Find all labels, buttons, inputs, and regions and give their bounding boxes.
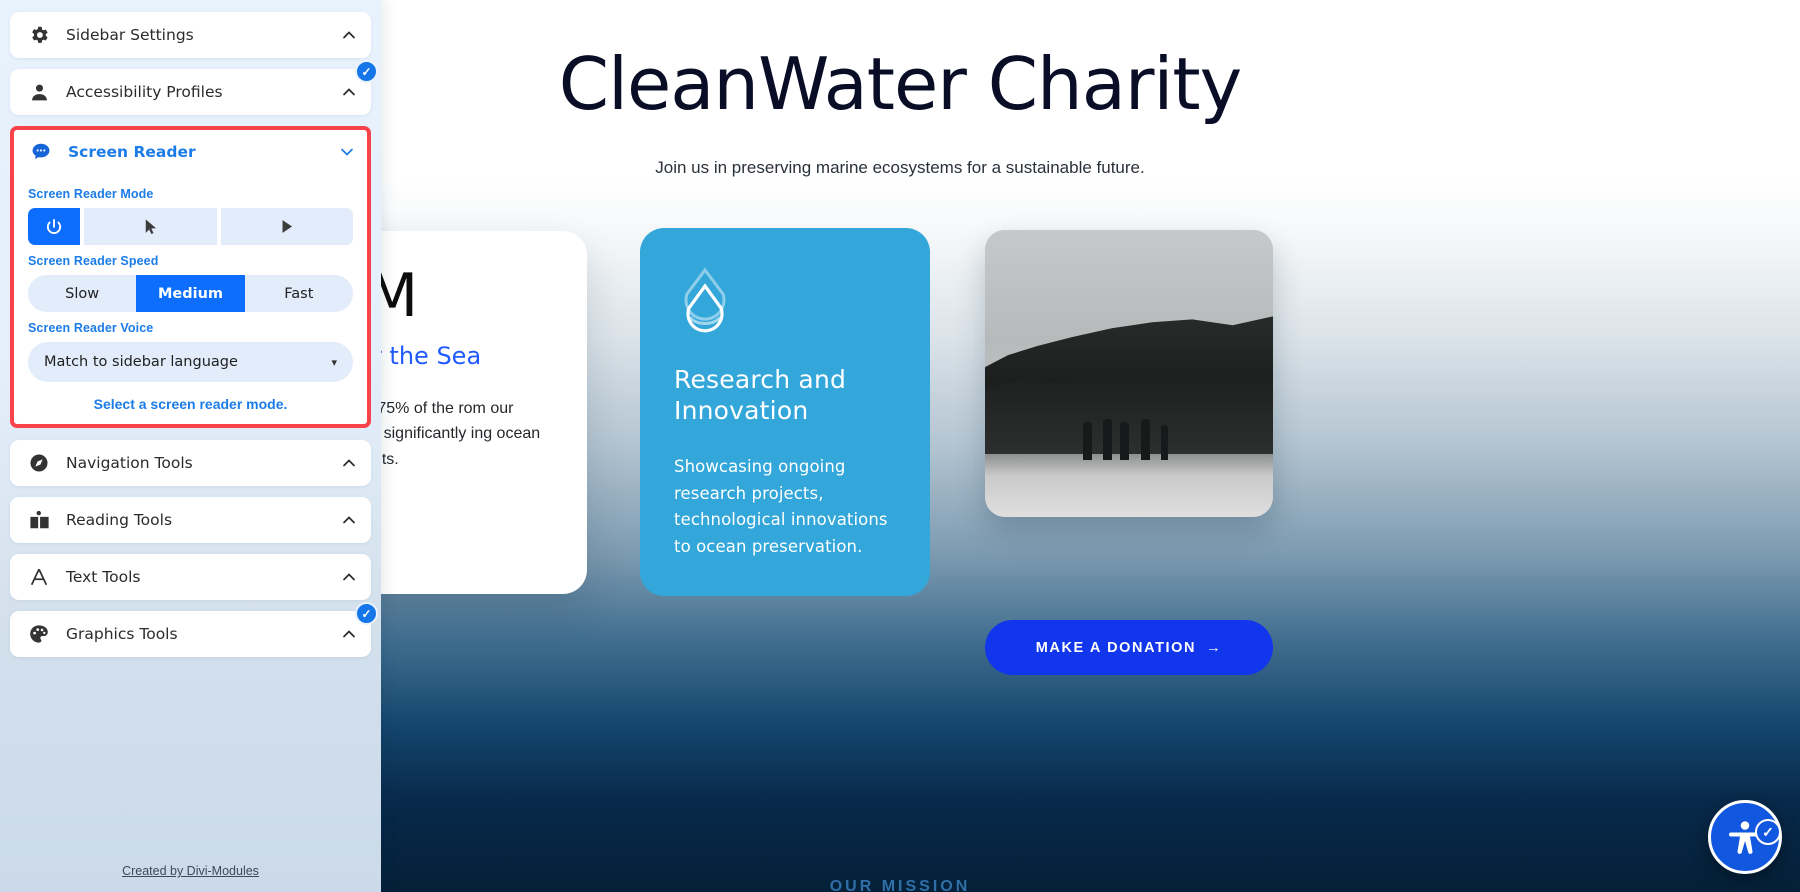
gear-icon bbox=[26, 22, 52, 48]
sidebar-item-reading-tools[interactable]: Reading Tools bbox=[10, 497, 371, 543]
sidebar-item-accessibility-profiles[interactable]: ✓ Accessibility Profiles bbox=[10, 60, 378, 115]
screen-reader-panel: Screen Reader Screen Reader Mode Screen … bbox=[14, 130, 367, 424]
screen-reader-title: Screen Reader bbox=[68, 143, 196, 161]
sidebar-scroll-area[interactable]: Sidebar Settings ✓ Accessibility Profile… bbox=[0, 0, 381, 892]
sidebar-item-label: Text Tools bbox=[66, 568, 141, 586]
screen-reader-panel-highlight: Screen Reader Screen Reader Mode Screen … bbox=[10, 126, 371, 428]
sidebar-item-graphics-tools[interactable]: ✓ Graphics Tools bbox=[10, 602, 378, 657]
mode-option-play[interactable] bbox=[220, 208, 353, 245]
speed-option-medium[interactable]: Medium bbox=[136, 275, 245, 312]
widget-check-badge: ✓ bbox=[1755, 819, 1781, 845]
chevron-up-icon bbox=[343, 630, 355, 638]
sidebar-item-label: Navigation Tools bbox=[66, 454, 193, 472]
speed-option-fast[interactable]: Fast bbox=[245, 275, 353, 312]
arrow-right-icon: → bbox=[1206, 639, 1223, 656]
mode-option-power[interactable] bbox=[28, 208, 80, 245]
text-a-icon bbox=[26, 564, 52, 590]
screen-reader-mode-group[interactable] bbox=[28, 208, 353, 245]
chevron-up-icon bbox=[343, 573, 355, 581]
donate-label: MAKE A DONATION bbox=[1035, 639, 1197, 656]
speech-bubble-icon bbox=[28, 139, 54, 165]
screen-root: CleanWater Charity Join us in preserving… bbox=[0, 0, 1800, 892]
research-card: Research and Innovation Showcasing ongoi… bbox=[640, 228, 930, 596]
chevron-up-icon bbox=[343, 516, 355, 524]
profiles-check-badge: ✓ bbox=[355, 60, 378, 83]
water-drop-icon bbox=[684, 267, 726, 333]
screen-reader-voice-select[interactable]: Match to sidebar language ▾ bbox=[28, 342, 353, 382]
chevron-up-icon bbox=[343, 31, 355, 39]
person-icon bbox=[26, 79, 52, 105]
screen-reader-mode-label: Screen Reader Mode bbox=[28, 187, 154, 201]
chevron-down-icon bbox=[341, 148, 353, 156]
voice-selected-value: Match to sidebar language bbox=[44, 354, 238, 370]
screen-reader-header[interactable]: Screen Reader bbox=[14, 130, 367, 174]
chevron-up-icon bbox=[343, 88, 355, 96]
screen-reader-speed-group[interactable]: Slow Medium Fast bbox=[28, 275, 353, 312]
sidebar-item-navigation-tools[interactable]: Navigation Tools bbox=[10, 440, 371, 486]
mode-option-cursor[interactable] bbox=[84, 208, 217, 245]
coastal-village-beach-photo bbox=[985, 230, 1273, 517]
screen-reader-hint[interactable]: Select a screen reader mode. bbox=[28, 396, 353, 412]
sidebar-item-label: Sidebar Settings bbox=[66, 26, 194, 44]
research-card-body: Showcasing ongoing research projects, te… bbox=[674, 457, 888, 557]
sidebar-item-label: Accessibility Profiles bbox=[66, 83, 223, 101]
screen-reader-speed-label: Screen Reader Speed bbox=[28, 254, 159, 268]
book-icon bbox=[26, 507, 52, 533]
chevron-up-icon bbox=[343, 459, 355, 467]
sidebar-item-label: Reading Tools bbox=[66, 511, 173, 529]
screen-reader-voice-label: Screen Reader Voice bbox=[28, 321, 154, 335]
palette-icon bbox=[26, 621, 52, 647]
play-triangle-icon bbox=[282, 220, 293, 233]
sidebar-footer-link[interactable]: Created by Divi-Modules bbox=[0, 864, 381, 878]
sidebar-item-text-tools[interactable]: Text Tools bbox=[10, 554, 371, 600]
chevron-down-icon: ▾ bbox=[331, 355, 337, 369]
make-a-donation-button[interactable]: MAKE A DONATION → bbox=[985, 620, 1273, 675]
screen-reader-body: Screen Reader Mode Screen Reader Speed S… bbox=[14, 174, 367, 412]
power-icon bbox=[46, 218, 62, 234]
sidebar-item-label: Graphics Tools bbox=[66, 625, 178, 643]
accessibility-sidebar: Sidebar Settings ✓ Accessibility Profile… bbox=[0, 0, 381, 892]
sidebar-item-sidebar-settings[interactable]: Sidebar Settings bbox=[10, 12, 371, 58]
research-card-title: Research and Innovation bbox=[674, 365, 847, 425]
graphics-check-badge: ✓ bbox=[355, 602, 378, 625]
accessibility-widget-button[interactable]: ✓ bbox=[1708, 800, 1782, 874]
cursor-arrow-icon bbox=[145, 219, 156, 235]
speed-option-slow[interactable]: Slow bbox=[28, 275, 136, 312]
photo-card bbox=[985, 230, 1273, 517]
compass-icon bbox=[26, 450, 52, 476]
